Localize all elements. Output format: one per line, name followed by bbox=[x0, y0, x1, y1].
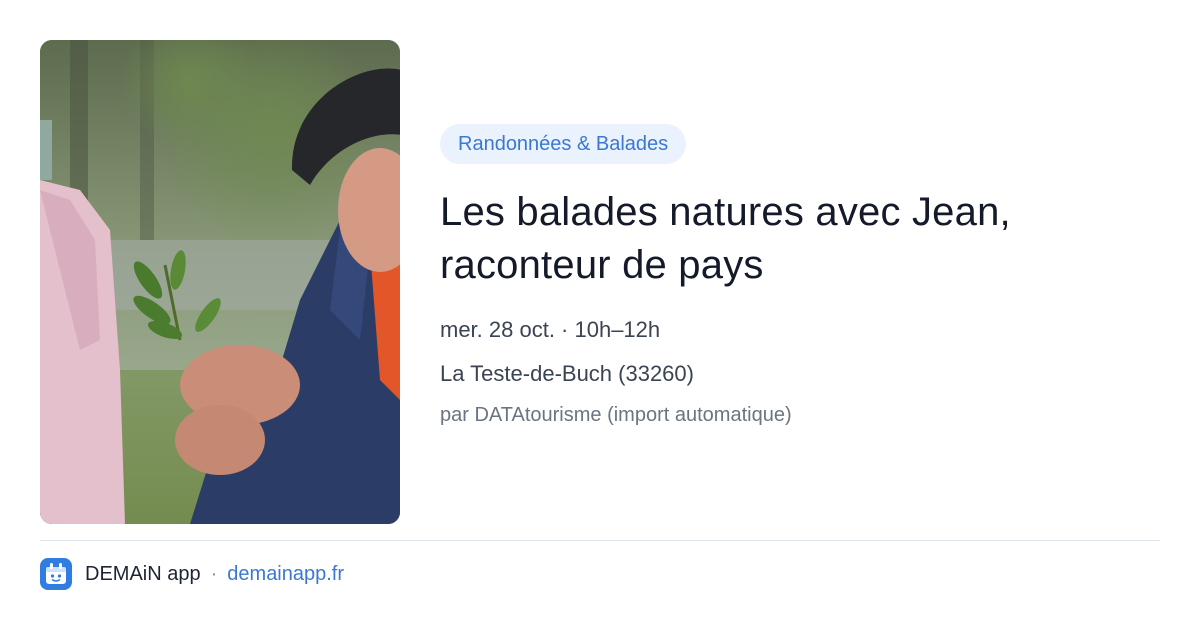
event-share-card: Randonnées & Balades Les balades natures… bbox=[0, 0, 1200, 630]
event-title[interactable]: Les balades natures avec Jean, raconteur… bbox=[440, 186, 1160, 292]
footer-separator: · bbox=[210, 562, 218, 585]
footer: DEMAiN app · demainapp.fr bbox=[40, 558, 344, 590]
category-badge[interactable]: Randonnées & Balades bbox=[440, 124, 687, 164]
event-details: Randonnées & Balades Les balades natures… bbox=[440, 124, 1160, 428]
event-source: par DATAtourisme (import automatique) bbox=[440, 404, 792, 426]
demain-app-logo-icon[interactable] bbox=[40, 558, 72, 590]
site-link[interactable]: demainapp.fr bbox=[227, 563, 344, 586]
event-location: La Teste-de-Buch (33260) bbox=[440, 361, 694, 386]
app-name: DEMAiN app bbox=[85, 562, 201, 585]
footer-divider bbox=[40, 540, 1160, 541]
event-photo bbox=[40, 40, 400, 524]
event-datetime: mer. 28 oct. · 10h–12h bbox=[440, 317, 661, 342]
